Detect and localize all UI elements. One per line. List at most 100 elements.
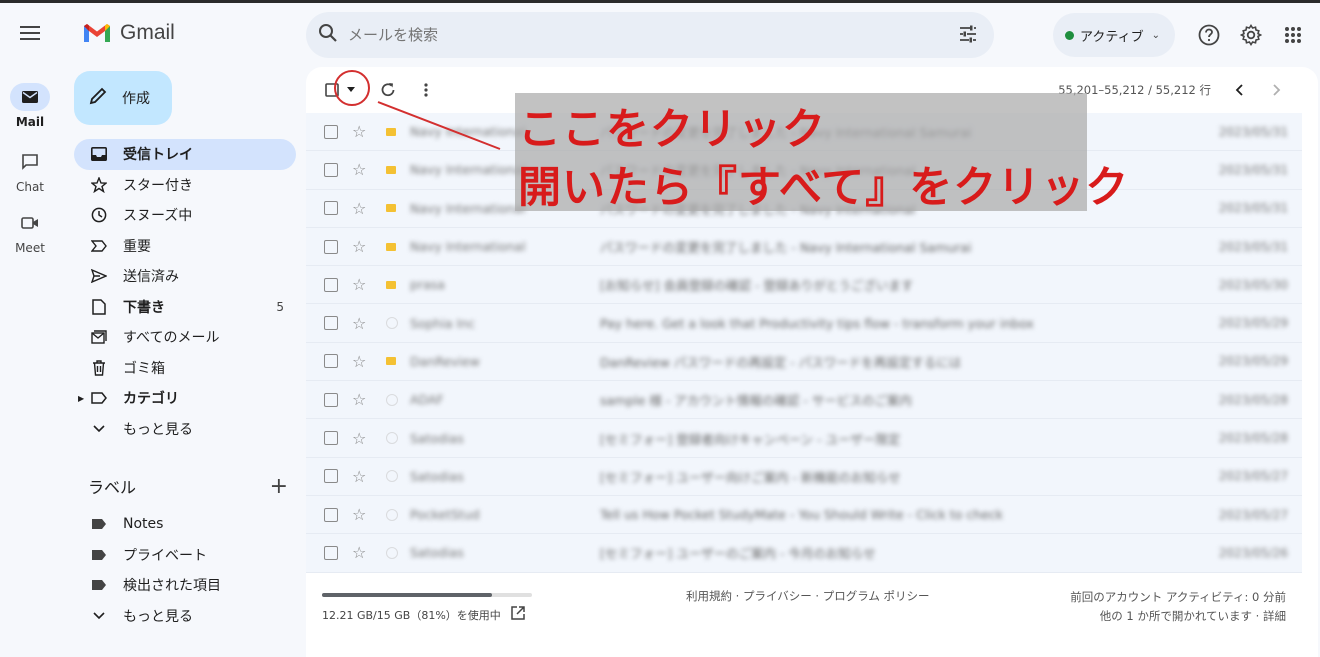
important-marker-icon[interactable]	[386, 393, 398, 406]
row-date: 2023/05/28	[1218, 431, 1288, 446]
table-row[interactable]: ☆ ADAF sample 様 - アカウント情報の確認 - サービスのご案内 202…	[306, 381, 1302, 420]
storage-info: 12.21 GB/15 GB（81%）を使用中	[322, 606, 525, 623]
sidebar-item-snoozed[interactable]: スヌーズ中	[74, 200, 296, 231]
important-marker-icon[interactable]	[386, 470, 398, 483]
label-item-label: もっと見る	[123, 608, 193, 625]
important-marker-icon[interactable]	[386, 432, 398, 445]
table-row[interactable]: ☆ prasa [お知らせ] 会員登録の確認 - 登録ありがとうございます 2023/…	[306, 266, 1302, 305]
row-checkbox[interactable]	[324, 545, 338, 560]
apps-grid-icon[interactable]	[1281, 23, 1305, 47]
row-date: 2023/05/31	[1218, 124, 1288, 139]
row-sender: Navy International	[410, 239, 526, 255]
label-item-notes[interactable]: Notes	[74, 509, 296, 540]
storage-text: 12.21 GB/15 GB（81%）を使用中	[322, 608, 501, 622]
chevron-down-icon	[90, 607, 108, 625]
row-checkbox[interactable]	[324, 162, 338, 177]
table-row[interactable]: ☆ PocketStud Tell us How Pocket StudyMate …	[306, 495, 1302, 535]
row-checkbox[interactable]	[324, 201, 338, 216]
star-icon[interactable]: ☆	[352, 352, 366, 371]
row-checkbox[interactable]	[324, 239, 338, 254]
star-icon[interactable]: ☆	[352, 429, 366, 448]
table-row[interactable]: ☆ Satodias [セミフォー] 登録者向けキャンペーン - ユーザー限定 202…	[306, 419, 1302, 458]
gmail-logo-text: Gmail	[120, 21, 175, 44]
star-icon[interactable]: ☆	[352, 390, 366, 409]
important-marker-icon[interactable]	[386, 165, 396, 174]
add-label-icon[interactable]: +	[270, 474, 288, 499]
inbox-icon	[90, 145, 108, 163]
important-marker-icon[interactable]	[386, 317, 398, 330]
sidebar-item-sent[interactable]: 送信済み	[74, 261, 296, 292]
row-checkbox[interactable]	[324, 431, 338, 446]
table-row[interactable]: ☆ Sophia Inc Pay here. Get a look that Pro…	[306, 304, 1302, 343]
row-checkbox[interactable]	[324, 277, 338, 292]
rail-mail[interactable]: Mail	[0, 83, 60, 129]
row-checkbox[interactable]	[324, 507, 338, 522]
sidebar-item-trash[interactable]: ゴミ箱	[74, 353, 296, 384]
star-icon[interactable]: ☆	[352, 275, 366, 294]
help-icon[interactable]	[1197, 23, 1221, 47]
more-options-icon[interactable]	[414, 78, 438, 102]
sidebar-item-all-mail[interactable]: すべてのメール	[74, 322, 296, 353]
important-marker-icon[interactable]	[386, 357, 396, 366]
row-checkbox[interactable]	[324, 354, 338, 369]
label-item-detected[interactable]: 検出された項目	[74, 570, 296, 601]
table-row[interactable]: ☆ DanReview DanReview パスワードの再設定 - パスワードを再設…	[306, 342, 1302, 382]
star-icon[interactable]: ☆	[352, 122, 366, 141]
compose-button[interactable]: 作成	[74, 71, 172, 125]
star-icon[interactable]: ☆	[352, 160, 366, 179]
refresh-icon[interactable]	[376, 78, 400, 102]
label-item-more[interactable]: もっと見る	[74, 601, 296, 632]
chevron-down-icon	[90, 420, 108, 438]
settings-gear-icon[interactable]	[1239, 23, 1263, 47]
draft-icon	[90, 298, 108, 316]
status-label: アクティブ	[1080, 29, 1144, 45]
sidebar-item-important[interactable]: 重要	[74, 231, 296, 262]
main-menu-icon[interactable]	[14, 17, 46, 49]
label-item-private[interactable]: プライベート	[74, 540, 296, 571]
table-row[interactable]: ☆ Navy International パスワードの変更を完了しました - Nav…	[306, 227, 1302, 267]
sidebar-item-inbox[interactable]: 受信トレイ	[74, 139, 296, 170]
sidebar-item-more[interactable]: もっと見る	[74, 414, 296, 445]
sidebar-item-starred[interactable]: スター付き	[74, 170, 296, 201]
star-icon[interactable]: ☆	[352, 237, 366, 256]
footer-links[interactable]: 利用規約 · プライバシー · プログラム ポリシー	[686, 588, 930, 604]
important-marker-icon[interactable]	[386, 204, 396, 213]
clock-icon	[90, 206, 108, 224]
sidebar-item-drafts[interactable]: 下書き 5	[74, 292, 296, 323]
search-icon[interactable]	[318, 23, 338, 47]
gmail-logo[interactable]: Gmail	[82, 21, 175, 45]
row-sender: Navy International	[410, 124, 526, 140]
row-checkbox[interactable]	[324, 469, 338, 484]
status-dot	[1065, 30, 1074, 40]
star-icon[interactable]: ☆	[352, 505, 366, 524]
important-marker-icon[interactable]	[386, 508, 398, 521]
search-input[interactable]	[348, 26, 908, 44]
row-checkbox[interactable]	[324, 124, 338, 139]
row-checkbox[interactable]	[324, 392, 338, 407]
previous-page-icon[interactable]	[1227, 78, 1251, 102]
status-selector[interactable]: アクティブ ⌄	[1053, 13, 1175, 57]
important-marker-icon[interactable]	[386, 280, 396, 289]
star-icon[interactable]: ☆	[352, 467, 366, 486]
row-sender: Navy International	[410, 200, 526, 216]
sidebar-item-label: もっと見る	[123, 421, 193, 438]
sidebar-item-categories[interactable]: ▶ カテゴリ	[74, 383, 296, 414]
rail-chat[interactable]: Chat	[0, 148, 60, 194]
sidebar-item-label: ゴミ箱	[123, 360, 165, 377]
star-icon[interactable]: ☆	[352, 199, 366, 218]
table-row[interactable]: ☆ Satodias [セミフォー] ユーザー向けご案内 - 新機能のお知らせ 202…	[306, 457, 1302, 496]
rail-meet[interactable]: Meet	[0, 209, 60, 255]
star-icon[interactable]: ☆	[352, 314, 366, 333]
caret-right-icon[interactable]: ▶	[78, 394, 84, 403]
next-page-icon[interactable]	[1265, 78, 1289, 102]
other-sessions-link[interactable]: 他の 1 か所で開かれています · 詳細	[1070, 607, 1286, 626]
external-link-icon[interactable]	[511, 606, 525, 623]
table-row[interactable]: ☆ Satodias [セミフォー] ユーザーのご案内 - 今月のお知らせ 2023/…	[306, 534, 1302, 573]
row-checkbox[interactable]	[324, 316, 338, 331]
important-marker-icon[interactable]	[386, 242, 396, 251]
important-marker-icon[interactable]	[386, 127, 396, 136]
search-options-icon[interactable]	[958, 24, 978, 48]
star-icon[interactable]: ☆	[352, 543, 366, 562]
important-marker-icon[interactable]	[386, 546, 398, 559]
row-subject: Pay here. Get a look that Productivity t…	[600, 315, 1034, 331]
